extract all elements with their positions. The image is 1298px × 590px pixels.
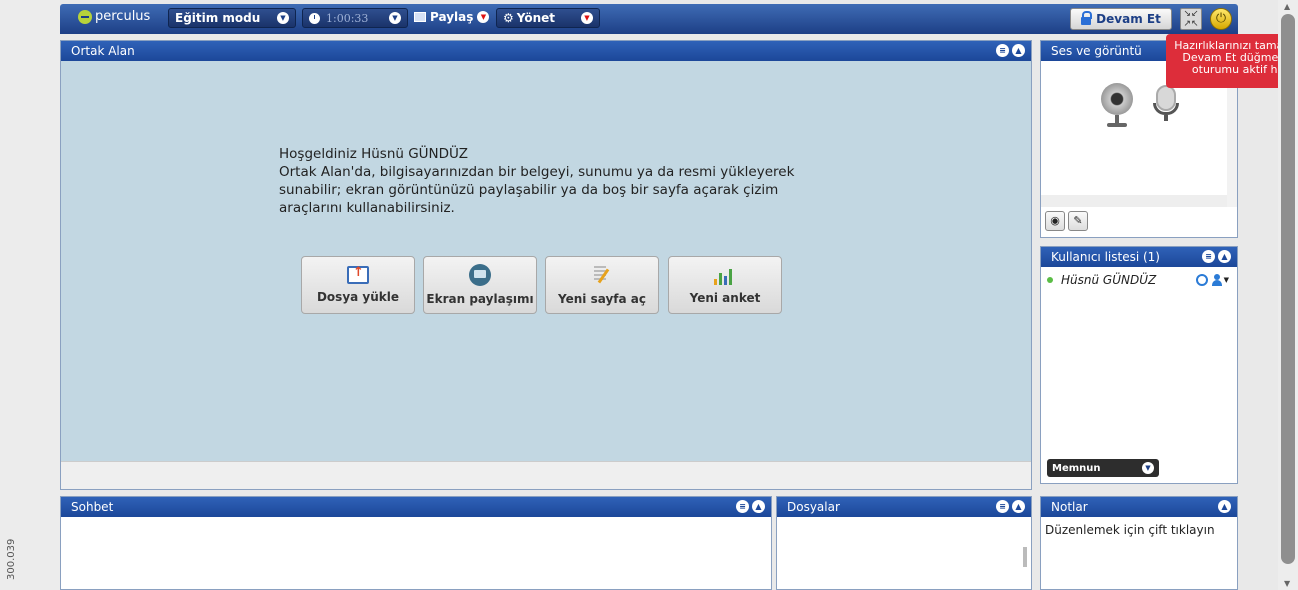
screen-share-icon [469, 264, 491, 286]
status-ring-icon[interactable] [1195, 274, 1208, 286]
online-status-icon [1047, 277, 1053, 283]
manage-menu[interactable]: ⚙ Yönet ▼ [496, 8, 600, 28]
version-label: 300.039 [6, 538, 17, 580]
logo-icon [78, 9, 92, 24]
chat-header: Sohbet ≡ ▲ [61, 497, 771, 517]
chevron-down-icon: ▼ [277, 12, 289, 24]
mood-select[interactable]: Memnun ▼ [1047, 459, 1159, 477]
mode-select-label: Eğitim modu [175, 11, 261, 25]
gear-icon: ⚙ [503, 11, 514, 25]
notes-header: Notlar ▲ [1041, 497, 1237, 517]
upload-file-button[interactable]: Dosya yükle [301, 256, 415, 314]
share-label: Paylaş [430, 10, 474, 24]
share-icon [414, 12, 426, 22]
menu-icon[interactable]: ≡ [996, 44, 1009, 57]
scroll-up-icon[interactable]: ▲ [1284, 2, 1290, 11]
screen-share-button[interactable]: Ekran paylaşımı [423, 256, 537, 314]
user-list-panel: Kullanıcı listesi (1) ≡ ▲ Hüsnü GÜNDÜZ ▼… [1040, 246, 1238, 484]
continue-button[interactable]: Devam Et [1070, 8, 1172, 30]
new-page-icon [592, 264, 612, 286]
page-scrollbar[interactable]: ▲ ▼ [1278, 0, 1298, 590]
user-list-item[interactable]: Hüsnü GÜNDÜZ ▼ [1047, 273, 1229, 287]
left-strip [0, 0, 60, 590]
welcome-title: Hoşgeldiniz Hüsnü GÜNDÜZ [279, 146, 468, 162]
new-poll-button[interactable]: Yeni anket [668, 256, 782, 314]
menu-icon[interactable]: ≡ [736, 500, 749, 513]
chevron-down-icon: ▼ [477, 11, 490, 23]
new-page-button[interactable]: Yeni sayfa aç [545, 256, 659, 314]
upload-file-label: Dosya yükle [316, 290, 400, 304]
chevron-down-icon: ▼ [389, 12, 401, 24]
menu-icon[interactable]: ≡ [996, 500, 1009, 513]
share-menu[interactable]: Paylaş ▼ [414, 10, 490, 24]
timer-select[interactable]: 1:00:33 ▼ [302, 8, 408, 28]
logo-text: perculus [95, 9, 151, 24]
menu-icon[interactable]: ≡ [1202, 250, 1215, 263]
audio-video-title: Ses ve görüntü [1051, 44, 1142, 58]
continue-button-label: Devam Et [1096, 12, 1161, 26]
user-list-title: Kullanıcı listesi (1) [1051, 250, 1160, 264]
camera-toggle-icon[interactable]: ◉ [1045, 211, 1065, 231]
new-page-label: Yeni sayfa aç [558, 292, 646, 306]
chevron-down-icon: ▼ [581, 12, 593, 24]
chevron-down-icon: ▼ [1223, 276, 1229, 284]
new-poll-label: Yeni anket [689, 291, 761, 305]
notes-panel: Notlar ▲ Düzenlemek için çift tıklayın [1040, 496, 1238, 590]
screen-share-label: Ekran paylaşımı [426, 292, 534, 306]
user-name: Hüsnü GÜNDÜZ [1061, 273, 1157, 287]
files-panel: Dosyalar ≡ ▲ [776, 496, 1032, 590]
clock-icon [309, 12, 320, 24]
webcam-icon [1101, 83, 1137, 131]
shared-area-title: Ortak Alan [71, 44, 135, 58]
scroll-down-icon[interactable]: ▼ [1284, 579, 1290, 588]
tooltip-line: oturumu aktif hale [1191, 63, 1294, 76]
files-scrollbar[interactable] [1023, 547, 1027, 567]
user-list-header: Kullanıcı listesi (1) ≡ ▲ [1041, 247, 1237, 267]
files-title: Dosyalar [787, 500, 840, 514]
maximize-icon[interactable]: ▲ [1012, 500, 1025, 513]
poll-icon [714, 265, 736, 285]
shared-area-footer [61, 461, 1031, 489]
mood-select-label: Memnun [1052, 462, 1101, 474]
lock-icon [1081, 11, 1093, 25]
notes-placeholder[interactable]: Düzenlemek için çift tıklayın [1045, 523, 1215, 537]
upload-icon [347, 265, 369, 284]
chat-title: Sohbet [71, 500, 114, 514]
maximize-icon[interactable]: ▲ [1012, 44, 1025, 57]
user-menu-icon[interactable] [1211, 274, 1223, 286]
maximize-icon[interactable]: ▲ [752, 500, 765, 513]
power-icon[interactable]: ⏻ [1210, 8, 1232, 30]
logo: perculus [78, 9, 150, 24]
scrollbar-thumb[interactable] [1281, 14, 1295, 564]
files-header: Dosyalar ≡ ▲ [777, 497, 1031, 517]
collapse-icon[interactable]: ↘↙ ↗↖ [1180, 8, 1202, 30]
welcome-body: Ortak Alan'da, bilgisayarınızdan bir bel… [279, 164, 795, 216]
chat-panel: Sohbet ≡ ▲ [60, 496, 772, 590]
shared-area-header: Ortak Alan ≡ ▲ [61, 41, 1031, 61]
manage-label: Yönet [516, 11, 556, 25]
maximize-icon[interactable]: ▲ [1218, 250, 1231, 263]
maximize-icon[interactable]: ▲ [1218, 500, 1231, 513]
shared-area-panel: Ortak Alan ≡ ▲ Hoşgeldiniz Hüsnü GÜNDÜZ … [60, 40, 1032, 490]
notes-title: Notlar [1051, 500, 1088, 514]
chevron-down-icon: ▼ [1142, 462, 1154, 474]
mic-toggle-icon[interactable]: ✎ [1068, 211, 1088, 231]
mode-select[interactable]: Eğitim modu ▼ [168, 8, 296, 28]
timer-value: 1:00:33 [326, 11, 369, 25]
microphone-icon [1151, 85, 1181, 131]
audio-video-scrollbar-h[interactable] [1041, 195, 1227, 207]
welcome-text: Hoşgeldiniz Hüsnü GÜNDÜZ Ortak Alan'da, … [279, 145, 819, 217]
